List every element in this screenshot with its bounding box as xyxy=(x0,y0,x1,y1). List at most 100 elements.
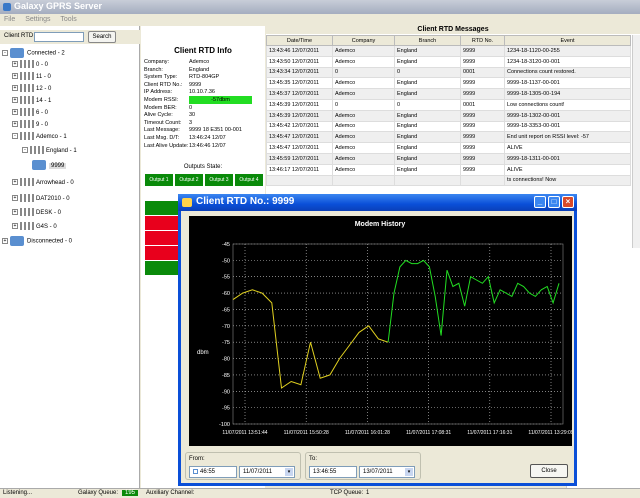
collapse-icon[interactable]: - xyxy=(22,147,28,154)
output-4-button[interactable]: Output 4 xyxy=(235,174,263,186)
from-date-field[interactable]: 11/07/2011 ▾ xyxy=(239,466,295,478)
table-cell: England xyxy=(394,55,461,68)
expand-icon[interactable]: + xyxy=(12,109,18,116)
table-row[interactable]: 13:45:47 12/07/2011 Ademco England 9999 End … xyxy=(266,131,631,144)
tree-node[interactable]: +14 - 1 xyxy=(12,96,51,106)
maximize-button[interactable]: □ xyxy=(548,196,560,208)
statusbar: Listening... Galaxy Queue: 195 Auxiliary… xyxy=(0,488,640,498)
messages-scrollbar[interactable] xyxy=(632,35,640,248)
modem-history-dialog: Client RTD No.: 9999 _ □ × Modem History… xyxy=(178,194,577,486)
chart-title: Modem History xyxy=(355,221,406,228)
table-cell: 9999-18-1311-00-001 xyxy=(504,152,631,165)
table-row[interactable]: 13:45:47 12/07/2011 Ademco England 9999 ALIV… xyxy=(266,142,631,154)
table-cell: England xyxy=(394,142,461,154)
table-cell: Connections count restored. xyxy=(504,66,631,79)
table-row[interactable]: 13:45:35 12/07/2011 Ademco England 9999 9999… xyxy=(266,77,631,90)
table-cell: England xyxy=(394,88,461,100)
column-header[interactable]: Event xyxy=(504,35,631,46)
expand-icon[interactable]: + xyxy=(12,85,18,92)
expand-icon[interactable]: + xyxy=(2,238,8,244)
table-cell: 9999-18-3353-00-001 xyxy=(504,120,631,133)
to-time-field[interactable]: 13:46:55 xyxy=(309,466,357,478)
column-header[interactable]: Branch xyxy=(394,35,461,46)
network-icon xyxy=(10,236,24,246)
table-cell: Ademco xyxy=(332,152,395,165)
table-cell: 13:45:59 12/07/2011 xyxy=(266,152,333,165)
column-header[interactable]: RTD No. xyxy=(460,35,505,46)
expand-icon[interactable]: + xyxy=(12,121,18,128)
table-cell: Ademco xyxy=(332,120,395,133)
output-2-button[interactable]: Output 2 xyxy=(175,174,203,186)
tree-node[interactable]: +0 - 0 xyxy=(12,60,48,70)
dialog-titlebar[interactable]: Client RTD No.: 9999 _ □ × xyxy=(178,194,577,211)
collapse-icon[interactable]: - xyxy=(2,50,8,56)
signal-bars-icon xyxy=(20,222,34,231)
expand-icon[interactable]: + xyxy=(12,73,18,80)
menu-settings[interactable]: Settings xyxy=(25,16,50,23)
expand-icon[interactable]: + xyxy=(12,195,18,202)
signal-bars-icon xyxy=(20,108,34,117)
to-date-value: 13/07/2011 xyxy=(363,469,393,475)
tree-node[interactable]: +11 - 0 xyxy=(12,72,51,82)
tree-node[interactable]: +9 - 0 xyxy=(12,120,48,130)
table-cell: Ademco xyxy=(332,163,395,176)
menu-tools[interactable]: Tools xyxy=(60,16,76,23)
output-3-button[interactable]: Output 3 xyxy=(205,174,233,186)
series-line-green xyxy=(387,259,560,343)
y-tick-label: -55 xyxy=(222,275,230,281)
tree-node[interactable]: 9999 xyxy=(32,160,67,170)
y-tick-label: -50 xyxy=(222,258,230,264)
table-row[interactable]: 13:43:50 12/07/2011 Ademco England 9999 1234… xyxy=(266,55,631,68)
tree-node[interactable]: - Ademco - 1 xyxy=(12,132,67,142)
tree-node[interactable]: + Arrowhead - 0 xyxy=(12,178,74,188)
dropdown-icon[interactable]: ▾ xyxy=(405,468,413,476)
table-cell: 9999 xyxy=(460,109,505,122)
table-cell: 0 xyxy=(394,98,461,111)
from-time-field[interactable]: 46:55 xyxy=(189,466,237,478)
table-row[interactable]: 13:46:17 12/07/2011 Ademco England 9999 ALIV… xyxy=(266,163,631,176)
search-input[interactable] xyxy=(34,32,84,42)
y-tick-label: -80 xyxy=(222,357,230,363)
table-cell: 9999 xyxy=(460,152,505,165)
close-window-button[interactable]: × xyxy=(562,196,574,208)
expand-icon[interactable]: + xyxy=(12,209,18,216)
expand-icon[interactable]: + xyxy=(12,97,18,104)
to-date-field[interactable]: 13/07/2011 ▾ xyxy=(359,466,415,478)
to-time-value: 13:46:55 xyxy=(313,469,337,475)
tree-node[interactable]: + G4S - 0 xyxy=(12,222,57,232)
collapse-icon[interactable]: - xyxy=(12,133,18,140)
table-row[interactable]: ts connections! Now xyxy=(266,174,631,187)
output-1-button[interactable]: Output 1 xyxy=(145,174,173,186)
column-header[interactable]: Company xyxy=(332,35,395,46)
table-row[interactable]: 13:45:37 12/07/2011 Ademco England 9999 9999… xyxy=(266,88,631,100)
expand-icon[interactable]: + xyxy=(12,223,18,230)
table-row[interactable]: 13:45:39 12/07/2011 Ademco England 9999 9999… xyxy=(266,109,631,122)
table-cell: End unit report on RSSI level: -57 xyxy=(504,131,631,144)
tree-node[interactable]: - England - 1 xyxy=(22,146,77,156)
expand-icon[interactable]: + xyxy=(12,179,18,186)
network-icon xyxy=(10,48,24,58)
to-label: To: xyxy=(309,456,318,462)
tree-node[interactable]: + DAT2010 - 0 xyxy=(12,194,70,204)
tree-node[interactable]: - Connected - 2 xyxy=(2,48,65,58)
table-row[interactable]: 13:45:59 12/07/2011 Ademco England 9999 9999… xyxy=(266,152,631,165)
table-cell: 0001 xyxy=(460,66,505,79)
dropdown-icon[interactable]: ▾ xyxy=(285,468,293,476)
tree-node[interactable]: + Disconnected - 0 xyxy=(2,236,72,246)
tree-node[interactable]: + DESK - 0 xyxy=(12,208,61,218)
tree-node[interactable]: +12 - 0 xyxy=(12,84,51,94)
table-row[interactable]: 13:45:39 12/07/2011 0 0 0001 Low connections… xyxy=(266,98,631,111)
tree-node[interactable]: +6 - 0 xyxy=(12,108,48,118)
table-row[interactable]: 13:43:34 12/07/2011 0 0 0001 Connections cou… xyxy=(266,66,631,79)
tree-node-label: 9 - 0 xyxy=(36,122,49,128)
column-header[interactable]: Date/Time xyxy=(266,35,333,46)
series-line-yellow xyxy=(232,289,389,389)
search-button[interactable]: Search xyxy=(88,31,116,43)
table-row[interactable]: 13:43:46 12/07/2011 Ademco England 9999 1234… xyxy=(266,45,631,57)
table-row[interactable]: 13:45:42 12/07/2011 Ademco England 9999 9999… xyxy=(266,120,631,133)
menu-file[interactable]: File xyxy=(4,16,15,23)
minimize-button[interactable]: _ xyxy=(534,196,546,208)
expand-icon[interactable]: + xyxy=(12,61,18,68)
dialog-close-button[interactable]: Close xyxy=(530,464,568,478)
from-date-value: 11/07/2011 xyxy=(243,469,273,475)
